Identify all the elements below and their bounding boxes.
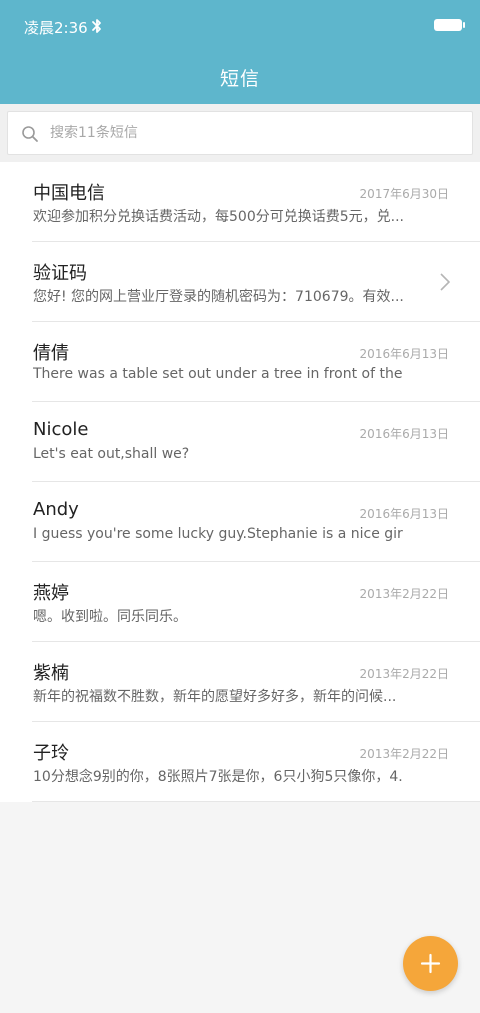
sender-name: 验证码: [33, 263, 87, 284]
sender-name: 子玲: [33, 743, 69, 764]
message-preview: There was a table set out under a tree i…: [33, 366, 403, 382]
message-preview: I guess you're some lucky guy.Stephanie …: [33, 526, 403, 542]
message-preview: 嗯。收到啦。同乐同乐。: [33, 609, 187, 625]
message-list: 中国电信 2017年6月30日 欢迎参加积分兑换话费活动，每500分可兑换话费5…: [0, 162, 480, 802]
message-item-5[interactable]: 燕婷 2013年2月22日 嗯。收到啦。同乐同乐。: [0, 562, 480, 642]
message-item-6[interactable]: 紫楠 2013年2月22日 新年的祝福数不胜数，新年的愿望好多好多，新年的问候.…: [0, 642, 480, 722]
sms-app: 凌晨2:36 短信 中国电信 2017年6月30日 欢迎参加积分兑换话费活动，每…: [0, 0, 480, 1013]
message-item-0[interactable]: 中国电信 2017年6月30日 欢迎参加积分兑换话费活动，每500分可兑换话费5…: [0, 162, 480, 242]
message-date: 2013年2月22日: [359, 747, 449, 761]
message-preview: 您好! 您的网上营业厅登录的随机密码为：710679。有效...: [33, 289, 403, 305]
sender-name: 倩倩: [33, 343, 69, 364]
app-header: 凌晨2:36 短信: [0, 0, 480, 104]
battery-icon: [434, 19, 465, 31]
message-preview: Let's eat out,shall we?: [33, 446, 190, 462]
message-item-4[interactable]: Andy 2016年6月13日 I guess you're some luck…: [0, 482, 480, 562]
message-preview: 欢迎参加积分兑换话费活动，每500分可兑换话费5元，兑...: [33, 209, 403, 225]
message-date: 2016年6月13日: [359, 507, 449, 521]
sender-name: 紫楠: [33, 663, 69, 684]
sender-name: 燕婷: [33, 583, 69, 604]
plus-icon: [420, 953, 441, 974]
sender-name: Nicole: [33, 419, 89, 440]
search-bar: [0, 104, 480, 162]
message-date: 2016年6月13日: [359, 427, 449, 441]
new-message-button[interactable]: [403, 936, 458, 991]
message-preview: 10分想念9别的你，8张照片7张是你，6只小狗5只像你，4...: [33, 769, 403, 785]
message-item-2[interactable]: 倩倩 2016年6月13日 There was a table set out …: [0, 322, 480, 402]
chevron-right-icon: [440, 273, 450, 291]
message-item-7[interactable]: 子玲 2013年2月22日 10分想念9别的你，8张照片7张是你，6只小狗5只像…: [0, 722, 480, 802]
message-date: 2013年2月22日: [359, 587, 449, 601]
search-input[interactable]: [50, 112, 450, 154]
search-icon: [22, 126, 38, 142]
message-item-3[interactable]: Nicole 2016年6月13日 Let's eat out,shall we…: [0, 402, 480, 482]
sender-name: 中国电信: [33, 183, 105, 204]
message-preview: 新年的祝福数不胜数，新年的愿望好多好多，新年的问候...: [33, 689, 397, 705]
sender-name: Andy: [33, 499, 79, 520]
bluetooth-icon: [92, 19, 101, 33]
message-item-1[interactable]: 验证码 您好! 您的网上营业厅登录的随机密码为：710679。有效...: [0, 242, 480, 322]
search-box[interactable]: [7, 111, 473, 155]
status-time: 凌晨2:36: [24, 19, 88, 37]
message-date: 2016年6月13日: [359, 347, 449, 361]
message-date: 2017年6月30日: [359, 187, 449, 201]
page-title: 短信: [219, 68, 260, 90]
message-date: 2013年2月22日: [359, 667, 449, 681]
